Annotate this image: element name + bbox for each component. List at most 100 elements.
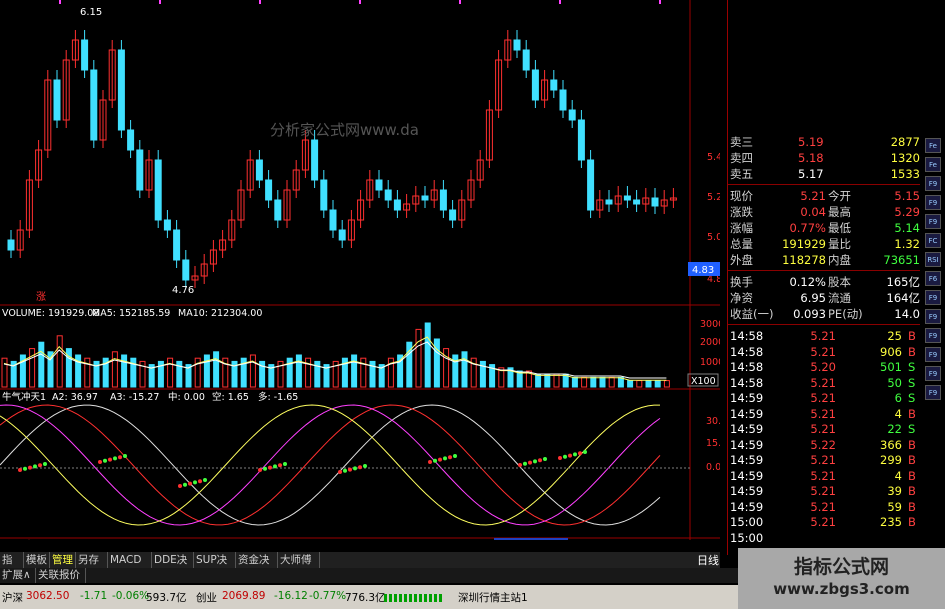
signal-dot: [188, 481, 192, 486]
signal-dot: [443, 456, 447, 461]
volume-bar: [571, 376, 578, 388]
candle: [568, 109, 576, 121]
toolbar-button[interactable]: F9: [925, 214, 941, 229]
tick-side: S: [908, 375, 916, 390]
stat-label-2: 量比: [828, 237, 851, 251]
info-label: 净资: [730, 291, 753, 305]
toolbar-button[interactable]: FC: [925, 233, 941, 248]
info-value-2: 164亿: [886, 291, 920, 305]
volume-bar: [84, 357, 91, 388]
indicator-tab[interactable]: 管理: [50, 552, 76, 568]
candle: [255, 159, 263, 181]
indicator-tab[interactable]: 指标: [0, 552, 24, 582]
candle: [513, 39, 521, 51]
candle: [559, 89, 567, 111]
indicator-tab[interactable]: 大师傅: [278, 552, 320, 568]
stat-row: 现价 5.21 今开 5.15: [728, 188, 920, 204]
toolbar-button[interactable]: F9: [925, 347, 941, 362]
server-name[interactable]: 深圳行情主站1: [458, 590, 528, 605]
toolbar-button[interactable]: Fe: [925, 157, 941, 172]
tick-row: 14:59 5.21 59 B: [728, 499, 920, 515]
toolbar-button[interactable]: F9: [925, 385, 941, 400]
signal-dot: [123, 454, 127, 458]
signal-dot: [573, 452, 577, 457]
logo-title: 指标公式网: [793, 556, 889, 578]
extension-tab[interactable]: 扩展∧: [0, 568, 36, 583]
candle: [439, 189, 447, 211]
signal-dot: [113, 456, 117, 461]
tick-time: 14:59: [730, 422, 764, 436]
candle: [577, 119, 585, 161]
tick-side: S: [908, 360, 916, 374]
volume-bar: [608, 376, 615, 388]
signal-dot: [558, 456, 562, 460]
volume-bar: [599, 376, 606, 388]
toolbar-button[interactable]: F9: [925, 195, 941, 210]
volume-bar: [360, 357, 367, 388]
signal-dot: [578, 451, 582, 456]
tick-price: 5.21: [810, 329, 836, 343]
tick-row: 14:59 5.21 4 B: [728, 406, 920, 422]
candle: [311, 139, 319, 181]
tick-row: 14:58 5.21 906 B: [728, 344, 920, 360]
toolbar-button[interactable]: Fe: [925, 138, 941, 153]
signal-dot: [433, 458, 437, 463]
indicator-tab[interactable]: 资金决策: [236, 552, 278, 582]
indicator-tab[interactable]: 模板: [24, 552, 50, 568]
tick-row: 14:59 5.21 4 B: [728, 468, 920, 484]
toolbar-button[interactable]: F9: [925, 290, 941, 305]
indicator-axis-label: 15.00: [706, 438, 720, 449]
stat-value-2: 5.15: [894, 189, 920, 203]
tick-row: 14:58 5.20 501 S: [728, 359, 920, 375]
signal-dot: [268, 465, 272, 470]
ask-label: 卖四: [730, 151, 753, 165]
tick-side: S: [908, 422, 916, 436]
kline-chart[interactable]: 6.154.76涨分析家公式网www.da5.405.205.004.804.8…: [0, 0, 720, 540]
quote-panel: 卖三 5.19 2877 卖四 5.18 1320 卖五 5.17 1533 现价 5.21 今开 5.…: [728, 130, 920, 555]
tick-volume: 4: [894, 406, 902, 421]
indicator-tab[interactable]: 另存为: [76, 552, 108, 582]
signal-dot: [263, 466, 267, 471]
tick-volume: 4: [894, 468, 902, 483]
indicator-tab[interactable]: SUP决策: [194, 552, 236, 582]
volume-bar: [627, 380, 634, 388]
toolbar-button[interactable]: F9: [925, 309, 941, 324]
tick-side: B: [908, 515, 916, 529]
indicator-tab[interactable]: MACD基本: [108, 552, 152, 582]
volume-axis-label: 10000: [700, 357, 720, 368]
cy-index-amount: 776.3亿: [345, 592, 386, 604]
tick-price: 5.21: [810, 344, 836, 359]
toolbar-button[interactable]: F9: [925, 176, 941, 191]
indicator-line-a: [0, 404, 661, 526]
toolbar-button[interactable]: F9: [925, 328, 941, 343]
signal-dot: [343, 468, 347, 473]
current-price-tag-text: 4.83: [692, 265, 714, 276]
stat-label: 外盘: [730, 253, 753, 267]
volume-bar: [654, 380, 661, 388]
candle: [127, 129, 135, 151]
tick-time: 14:58: [730, 344, 764, 359]
time-axis-label: 2015年: [2, 539, 36, 540]
stat-label-2: 今开: [828, 189, 851, 203]
tick-row: 14:58 5.21 25 B: [728, 328, 920, 344]
extension-tab[interactable]: 关联报价: [36, 568, 86, 583]
indicator-a2: A2: 36.97: [52, 392, 98, 403]
stat-value-2: 5.14: [894, 221, 920, 235]
sh-index-value: 3062.50: [26, 590, 70, 602]
volume-bar: [111, 351, 118, 388]
toolbar-button[interactable]: RSI: [925, 252, 941, 267]
daily-tab[interactable]: 日线: [697, 552, 719, 568]
indicator-tab[interactable]: DDE决策: [152, 552, 194, 582]
signal-dot: [43, 462, 47, 466]
tick-time: 14:59: [730, 437, 764, 452]
toolbar-button[interactable]: F6: [925, 271, 941, 286]
candle: [320, 179, 328, 211]
sh-index-pct: -0.06%: [112, 590, 150, 602]
signal-dot: [523, 461, 527, 466]
indicator-axis-label: 0.00: [706, 462, 720, 473]
candle: [136, 149, 144, 191]
stat-value: 118278: [782, 253, 826, 267]
signal-dot: [453, 454, 457, 458]
info-value-2: 14.0: [894, 307, 920, 321]
toolbar-button[interactable]: F9: [925, 366, 941, 381]
